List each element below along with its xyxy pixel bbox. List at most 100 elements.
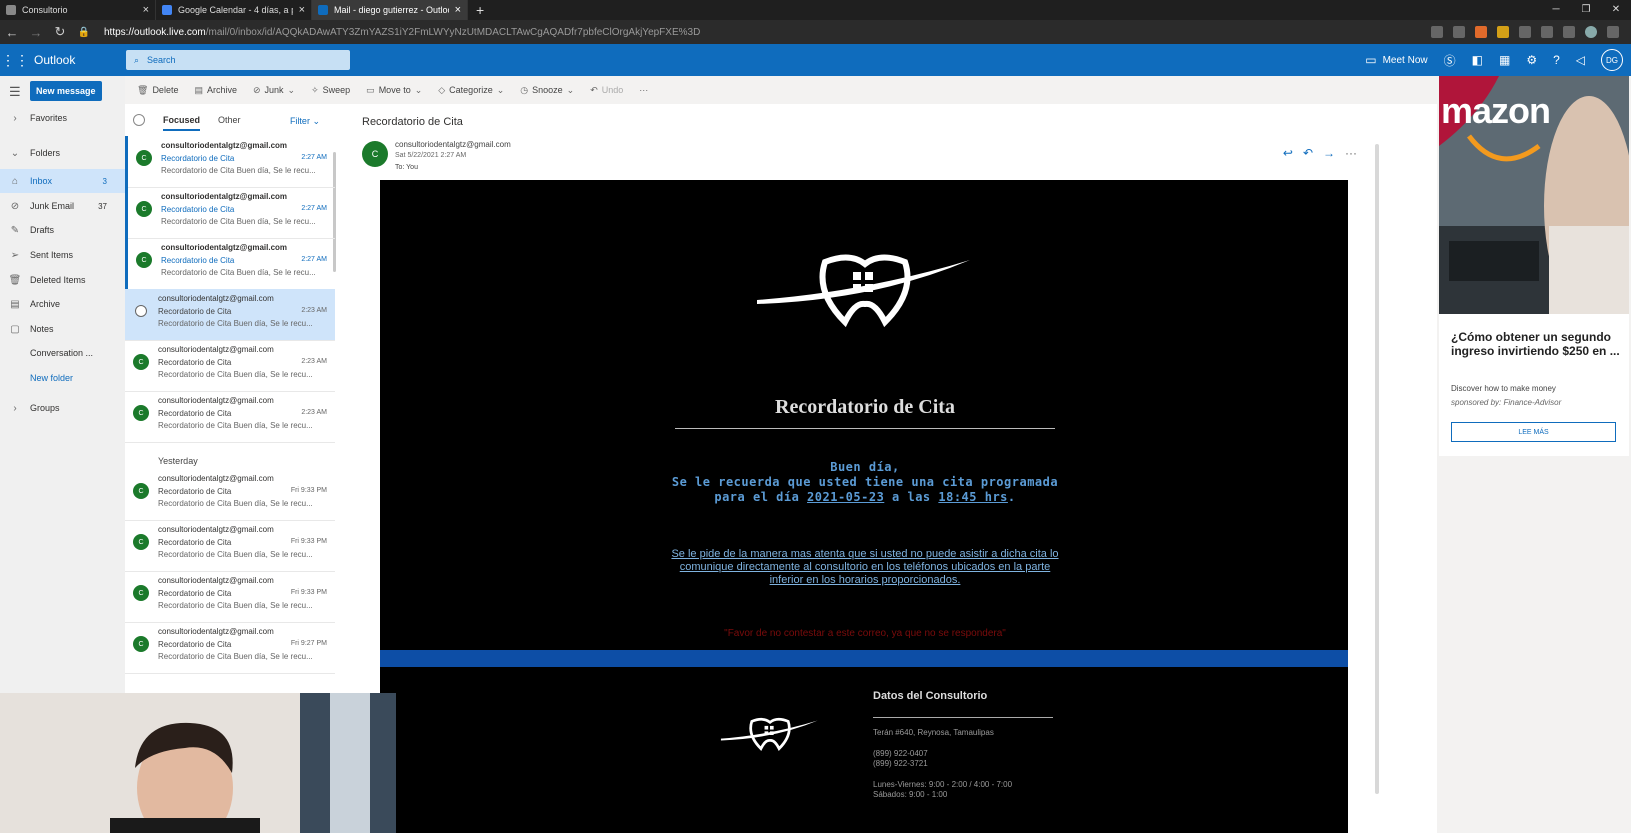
nav-conversation-history[interactable]: Conversation ... [0, 341, 125, 365]
nav-favorites[interactable]: › Favorites [0, 106, 125, 130]
undo-button[interactable]: ↶ Undo [590, 85, 623, 96]
more-icon[interactable] [1607, 26, 1619, 38]
archive-button[interactable]: ▤ Archive [194, 85, 237, 96]
nav-groups[interactable]: › Groups [0, 396, 125, 420]
ad-card[interactable]: mazon ¿Cómo obtener un segundo ingreso i… [1439, 76, 1629, 456]
snooze-button[interactable]: ◷ Snooze ⌄ [520, 85, 574, 96]
message-row-selected[interactable]: consultoriodentalgtz@gmail.com Recordato… [125, 289, 335, 341]
browser-tab-active[interactable]: Mail - diego gutierrez - Outlook × [312, 0, 468, 20]
appointment-time-link[interactable]: 18:45 hrs [938, 490, 1008, 504]
app-name[interactable]: Outlook [34, 53, 126, 67]
select-all-checkbox[interactable] [133, 114, 145, 126]
tab-focused[interactable]: Focused [163, 115, 201, 131]
close-icon[interactable]: × [299, 4, 305, 16]
message-row[interactable]: C consultoriodentalgtz@gmail.com Recorda… [125, 187, 335, 239]
minimize-icon[interactable]: ─ [1541, 0, 1571, 20]
ad-title[interactable]: ¿Cómo obtener un segundo ingreso invirti… [1451, 330, 1621, 358]
command-bar: 🗑 Delete ▤ Archive ⊘ Junk ⌄ ✧ Sweep ▭ Move to ⌄… [125, 76, 1437, 104]
junk-label: Junk [264, 85, 284, 95]
nav-new-folder[interactable]: New folder [0, 366, 125, 390]
favorite-add-icon[interactable] [1453, 26, 1465, 38]
nav-archive[interactable]: ▤ Archive [0, 292, 125, 316]
email-sender[interactable]: consultoriodentalgtz@gmail.com [395, 140, 511, 149]
junk-button[interactable]: ⊘ Junk ⌄ [253, 85, 295, 96]
back-icon[interactable]: ← [0, 25, 24, 40]
new-message-button[interactable]: New message [30, 81, 102, 101]
meet-now-button[interactable]: ▭ Meet Now [1365, 53, 1427, 67]
nav-folders[interactable]: ⌄ Folders [0, 141, 125, 165]
junk-icon: ⊘ [252, 84, 261, 95]
favorites-icon[interactable] [1519, 26, 1531, 38]
avatar: C [136, 252, 152, 268]
filter-button[interactable]: Filter ⌄ [290, 116, 320, 127]
appointment-date-link[interactable]: 2021-05-23 [807, 490, 884, 504]
app-launcher-icon[interactable]: ⋮⋮ [0, 52, 30, 69]
categorize-button[interactable]: ◇ Categorize ⌄ [438, 85, 504, 96]
reply-all-icon[interactable]: ↶ [1303, 146, 1313, 160]
ad-image: mazon [1439, 76, 1629, 314]
nav-notes[interactable]: ▢ Notes [0, 317, 125, 341]
message-row[interactable]: C consultoriodentalgtz@gmail.com Recorda… [125, 136, 335, 188]
skype-icon[interactable]: Ⓢ [1444, 52, 1456, 69]
forward-icon[interactable]: → [1323, 146, 1335, 160]
extension-icon[interactable] [1497, 26, 1509, 38]
message-row[interactable]: C consultoriodentalgtz@gmail.com Recorda… [125, 469, 335, 521]
help-icon[interactable]: ? [1553, 53, 1560, 67]
close-icon[interactable]: × [455, 4, 461, 16]
calendar-icon[interactable]: ▦ [1499, 53, 1510, 67]
message-row[interactable]: C consultoriodentalgtz@gmail.com Recorda… [125, 622, 335, 674]
more-actions-button[interactable]: ··· [639, 85, 648, 95]
new-tab-icon[interactable]: + [468, 0, 492, 20]
filter-label: Filter [289, 116, 310, 126]
settings-icon[interactable]: ⚙ [1526, 53, 1537, 67]
download-icon[interactable] [1541, 26, 1553, 38]
nav-label: Folders [30, 148, 61, 158]
browser-tab[interactable]: Consultorio × [0, 0, 156, 20]
message-row[interactable]: C consultoriodentalgtz@gmail.com Recorda… [125, 340, 335, 392]
office-icon[interactable]: ◧ [1472, 53, 1483, 67]
search-box[interactable]: ⌕ Search [126, 50, 350, 70]
nav-inbox[interactable]: ⌂ Inbox 3 [0, 169, 125, 193]
reply-icon[interactable]: ↩ [1283, 146, 1293, 160]
avatar[interactable]: DG [1601, 49, 1623, 71]
scrollbar[interactable] [1375, 144, 1379, 794]
extension-icon[interactable] [1475, 26, 1487, 38]
reader-icon[interactable] [1431, 26, 1443, 38]
nav-deleted-items[interactable]: 🗑 Deleted Items [0, 268, 125, 292]
tab-other[interactable]: Other [218, 115, 241, 125]
message-row[interactable]: C consultoriodentalgtz@gmail.com Recorda… [125, 571, 335, 623]
browser-tab[interactable]: Google Calendar - 4 días, a partir... × [156, 0, 312, 20]
url-field[interactable]: https://outlook.live.com/mail/0/inbox/id… [104, 27, 1004, 38]
tab-title: Consultorio [22, 5, 68, 15]
nav-sent-items[interactable]: ➢ Sent Items [0, 243, 125, 267]
close-icon[interactable]: × [143, 4, 149, 16]
avatar[interactable]: C [362, 141, 388, 167]
feedback-icon[interactable]: ◁ [1576, 53, 1585, 67]
sweep-button[interactable]: ✧ Sweep [311, 85, 350, 96]
ad-cta-button[interactable]: LEE MÁS [1451, 422, 1616, 442]
nav-drafts[interactable]: ✎ Drafts [0, 218, 125, 242]
hamburger-icon[interactable]: ☰ [9, 84, 21, 100]
restore-icon[interactable]: ❐ [1571, 0, 1601, 20]
video-icon: ▭ [1365, 53, 1377, 67]
message-list-header: Focused Other Filter ⌄ [125, 104, 340, 136]
nav-junk-email[interactable]: ⊘ Junk Email 37 [0, 194, 125, 218]
message-time: Fri 9:33 PM [290, 538, 327, 545]
screen: Consultorio × Google Calendar - 4 días, … [0, 0, 1631, 833]
refresh-icon[interactable]: ↻ [48, 24, 72, 40]
delete-button[interactable]: 🗑 Delete [137, 85, 178, 96]
select-checkbox[interactable] [135, 305, 147, 317]
avatar: C [133, 483, 149, 499]
collections-icon[interactable] [1563, 26, 1575, 38]
date-group-header: Yesterday [158, 456, 198, 466]
message-row[interactable]: C consultoriodentalgtz@gmail.com Recorda… [125, 238, 335, 290]
window-close-icon[interactable]: ✕ [1601, 0, 1631, 20]
message-row[interactable]: C consultoriodentalgtz@gmail.com Recorda… [125, 520, 335, 572]
more-icon[interactable]: ··· [1345, 146, 1357, 160]
profile-icon[interactable] [1585, 26, 1597, 38]
message-sender: consultoriodentalgtz@gmail.com [158, 294, 274, 303]
message-row[interactable]: C consultoriodentalgtz@gmail.com Recorda… [125, 391, 335, 443]
meet-now-label: Meet Now [1382, 54, 1428, 66]
forward-icon[interactable]: → [24, 25, 48, 40]
move-to-button[interactable]: ▭ Move to ⌄ [366, 85, 422, 96]
